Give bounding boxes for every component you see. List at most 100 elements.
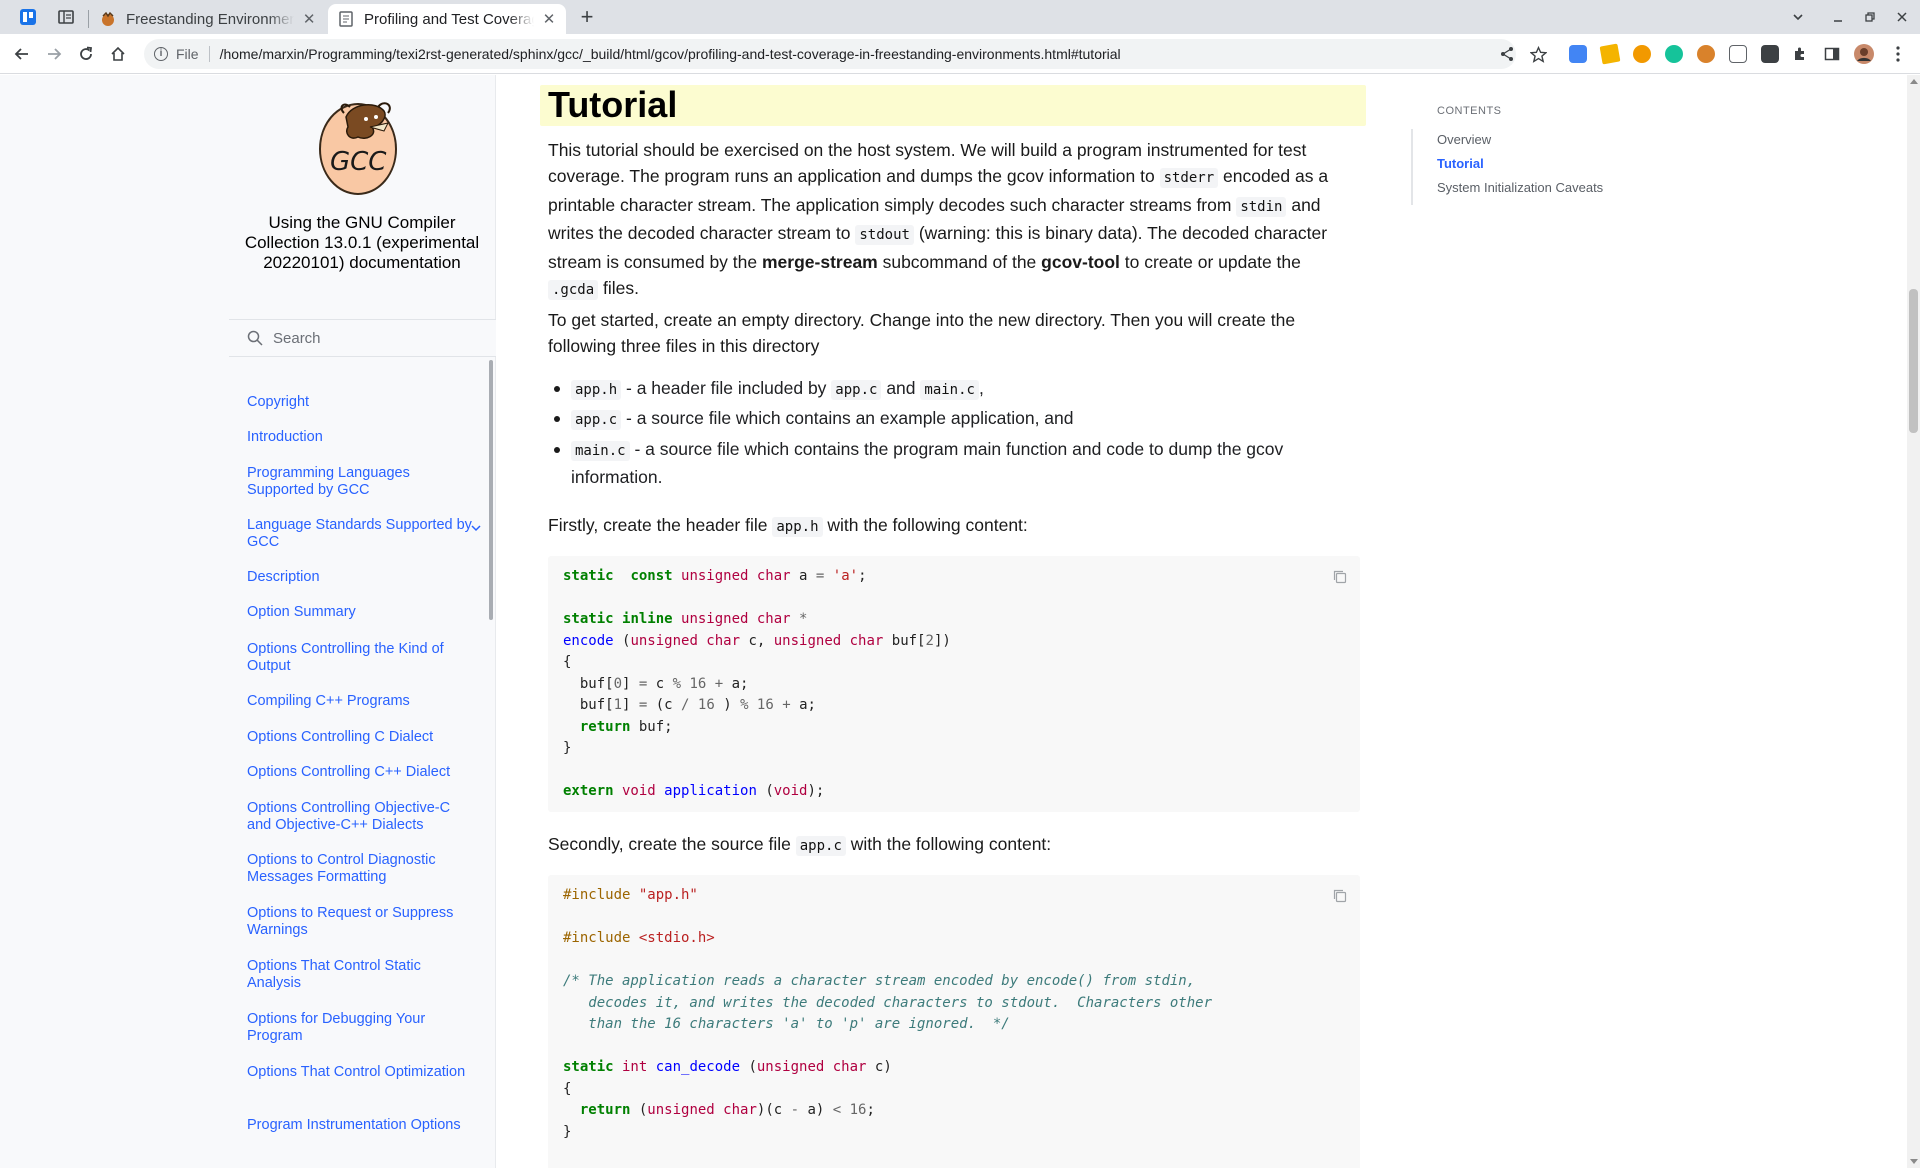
new-tab-button[interactable]: + (574, 5, 600, 31)
clock-extension-icon[interactable] (1633, 45, 1651, 63)
notes-extension-icon[interactable] (1599, 43, 1621, 65)
code-token: buf[ (563, 697, 614, 713)
code-token: ] (622, 697, 639, 713)
code-token: encode (563, 632, 614, 649)
bullet-dot (554, 416, 560, 422)
inline-code: main.c (571, 441, 630, 461)
code-listing: static const unsigned char a = 'a'; stat… (548, 556, 1360, 813)
sidebar-item-c-dialect[interactable]: Options Controlling C Dialect (247, 729, 477, 746)
intro-text: to create or update the (1119, 251, 1301, 272)
gcc-logo[interactable]: GCC (318, 93, 398, 195)
list-text: - a source file which contains the progr… (571, 439, 1284, 488)
basket-extension-icon[interactable] (1729, 45, 1747, 63)
toc-rule (1411, 129, 1413, 205)
inline-code: stdout (855, 225, 914, 246)
doc-title[interactable]: Using the GNU Compiler Collection 13.0.1… (229, 213, 495, 273)
sidebar-item-introduction[interactable]: Introduction (247, 429, 477, 446)
sidebar-item-debugging[interactable]: Options for Debugging Your Program (247, 1011, 477, 1045)
home-icon[interactable] (104, 40, 132, 68)
copy-icon[interactable] (1332, 888, 1348, 904)
scrollbar-thumb[interactable] (1909, 289, 1918, 433)
forward-icon[interactable] (40, 40, 68, 68)
code-token: char (748, 611, 791, 627)
code-token: "app.h" (638, 887, 698, 903)
search-input[interactable]: Search (273, 330, 321, 347)
sidebar-item-instrumentation[interactable]: Program Instrumentation Options (247, 1117, 477, 1134)
close-window-icon[interactable] (1887, 4, 1917, 30)
code-token: a; (790, 697, 816, 713)
address-bar[interactable]: i File /home/marxin/Programming/texi2rst… (144, 39, 1516, 69)
code-token: char (824, 1059, 867, 1075)
copy-icon[interactable] (1332, 569, 1348, 585)
menu-kebab-icon[interactable] (1884, 40, 1912, 68)
code-token: + (706, 675, 724, 692)
extensions-puzzle-icon[interactable] (1786, 40, 1814, 68)
profile-avatar[interactable] (1850, 40, 1878, 68)
sidebar-item-copyright[interactable]: Copyright (247, 394, 477, 411)
code-token: ; (866, 1102, 875, 1118)
code-token: unsigned (672, 568, 749, 584)
sidebar-item-description[interactable]: Description (247, 569, 477, 586)
code-token: const (630, 568, 673, 584)
sidebar-item-kind-of-output[interactable]: Options Controlling the Kind of Output (247, 641, 477, 675)
sidebar-scrollbar[interactable] (489, 360, 493, 620)
s-extension-icon[interactable] (1761, 45, 1779, 63)
source-file-paragraph: Secondly, create the source file app.c w… (548, 831, 1353, 859)
code-token: void (773, 783, 808, 799)
toc-item-tutorial[interactable]: Tutorial (1437, 156, 1484, 171)
para-text: with the following content: (822, 515, 1028, 535)
bullet-dot (554, 447, 560, 453)
sidebar-item-cpp-dialect[interactable]: Options Controlling C++ Dialect (247, 764, 477, 781)
para-text: Firstly, create the header file (548, 515, 773, 535)
inline-code: stdin (1236, 196, 1287, 217)
sidebar-item-warnings[interactable]: Options to Request or Suppress Warnings (247, 905, 477, 939)
sidebar-item-programming-languages[interactable]: Programming Languages Supported by GCC (247, 465, 477, 499)
tab-profiling-active[interactable]: Profiling and Test Coverag ✕ (328, 4, 566, 34)
page-scrollbar[interactable] (1907, 75, 1920, 1168)
code-token: ( (613, 632, 631, 649)
sidebar-item-static-analysis[interactable]: Options That Control Static Analysis (247, 958, 477, 992)
code-token: } (563, 1123, 572, 1140)
tab-close-icon[interactable]: ✕ (302, 10, 316, 28)
sidebar-item-option-summary[interactable]: Option Summary (247, 604, 477, 621)
sidebar-item-language-standards[interactable]: Language Standards Supported by GCC (247, 517, 477, 551)
code-token: can_decode (647, 1059, 741, 1075)
share-icon[interactable] (1493, 40, 1521, 68)
scroll-down-arrow[interactable] (1910, 1159, 1918, 1164)
back-icon[interactable] (8, 40, 36, 68)
code-token: ( (756, 783, 774, 799)
sidebar-item-diagnostic-formatting[interactable]: Options to Control Diagnostic Messages F… (247, 852, 477, 886)
bookmark-star-icon[interactable] (1524, 40, 1552, 68)
restore-icon[interactable] (1855, 4, 1885, 30)
code-token: c (647, 675, 673, 692)
sidebar-item-optimization[interactable]: Options That Control Optimization (247, 1064, 477, 1081)
sidebar-item-objc-dialects[interactable]: Options Controlling Objective-C and Obje… (247, 800, 477, 834)
code-token: < (832, 1102, 842, 1118)
list-text: and (881, 378, 921, 398)
tab-close-icon[interactable]: ✕ (542, 10, 556, 28)
chevron-down-icon[interactable] (470, 521, 482, 539)
reading-list-icon[interactable] (52, 4, 80, 30)
cookie-extension-icon[interactable] (1697, 45, 1715, 63)
url-text[interactable]: /home/marxin/Programming/texi2rst-genera… (220, 46, 1121, 62)
bold-term: gcov-tool (1041, 251, 1120, 272)
side-panel-icon[interactable] (1818, 40, 1846, 68)
trello-app-icon[interactable] (14, 4, 42, 30)
site-info-icon[interactable]: i (154, 47, 168, 61)
bullet-dot (554, 386, 560, 392)
code-token: { (563, 654, 572, 670)
translate-extension-icon[interactable] (1569, 45, 1587, 63)
tab-search-chevron-icon[interactable] (1783, 4, 1813, 30)
minimize-icon[interactable] (1823, 4, 1853, 30)
reload-icon[interactable] (72, 40, 100, 68)
grammarly-extension-icon[interactable] (1665, 45, 1683, 63)
code-token: 16 (689, 697, 715, 713)
tab-freestanding[interactable]: Freestanding Environmen ✕ (90, 4, 326, 34)
toc-item-overview[interactable]: Overview (1437, 132, 1491, 147)
search-box[interactable]: Search (229, 319, 496, 357)
inline-code: app.c (571, 410, 622, 430)
sidebar-item-compiling-cpp[interactable]: Compiling C++ Programs (247, 693, 477, 710)
toc-item-system-initialization[interactable]: System Initialization Caveats (1437, 180, 1603, 195)
scroll-up-arrow[interactable] (1910, 79, 1918, 84)
